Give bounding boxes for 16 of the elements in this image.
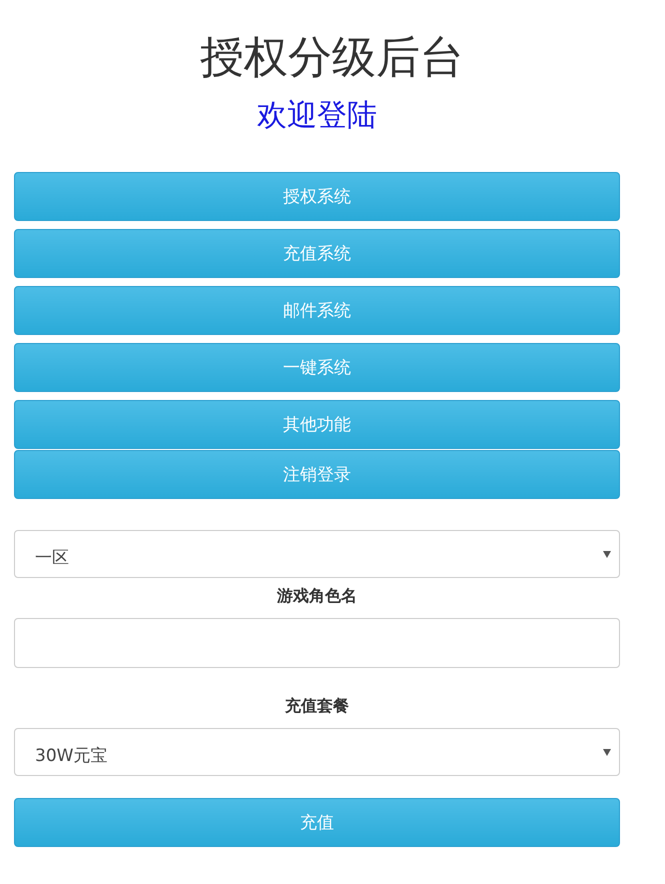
welcome-heading: 欢迎登陆 bbox=[257, 97, 377, 135]
zone-select[interactable]: 一区 bbox=[14, 530, 620, 578]
recharge-button[interactable]: 充值 bbox=[14, 798, 620, 847]
menu-button[interactable]: 注销登录 bbox=[14, 450, 620, 499]
field-label: 游戏角色名 bbox=[277, 586, 357, 606]
role-name-field[interactable] bbox=[14, 618, 620, 668]
menu-button[interactable]: 其他功能 bbox=[14, 400, 620, 449]
field-label: 充值套餐 bbox=[285, 696, 349, 716]
caret-icon bbox=[603, 748, 611, 756]
package-select[interactable]: 30W元宝 bbox=[14, 728, 620, 776]
menu-button[interactable]: 充值系统 bbox=[14, 229, 620, 278]
menu-button[interactable]: 一键系统 bbox=[14, 343, 620, 392]
page-title: 授权分级后台 bbox=[199, 31, 465, 85]
menu-button[interactable]: 授权系统 bbox=[14, 172, 620, 221]
caret-icon bbox=[603, 550, 611, 558]
menu-button[interactable]: 邮件系统 bbox=[14, 286, 620, 335]
